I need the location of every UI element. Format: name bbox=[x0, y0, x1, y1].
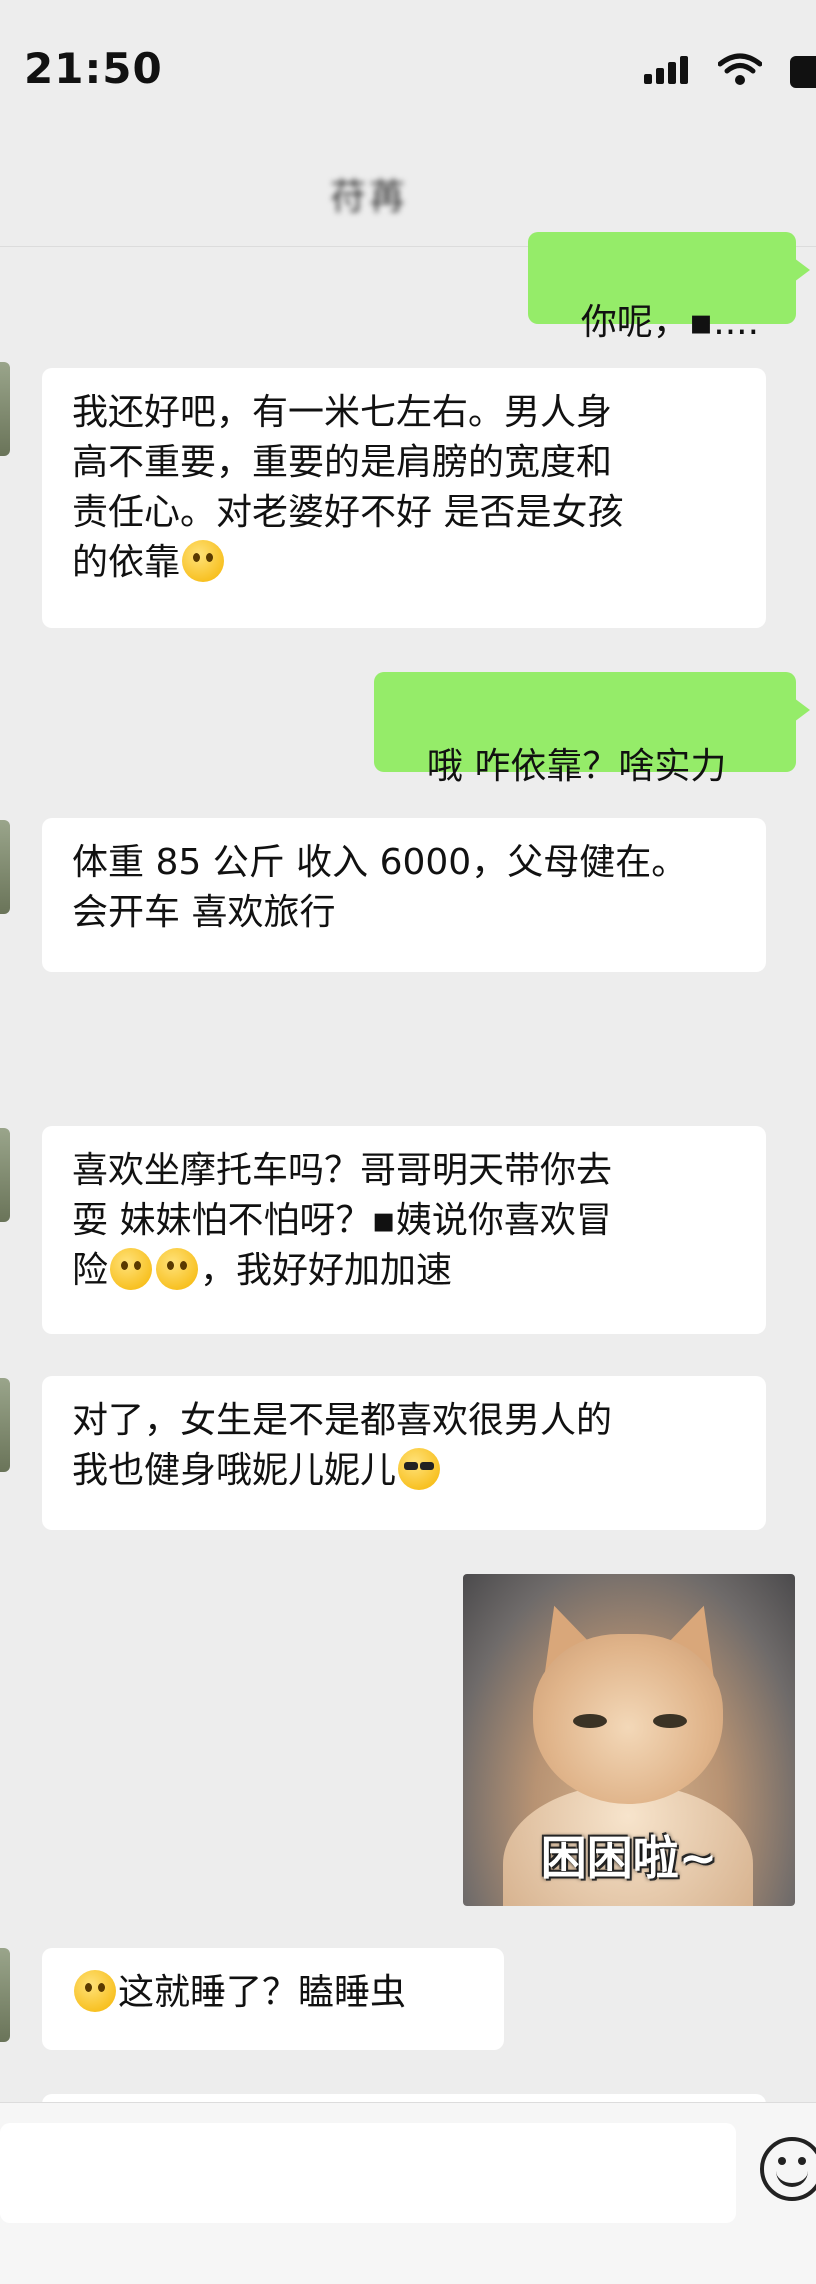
message-text: 我还好吧，有一米七左右。男人身 高不重要，重要的是肩膀的宽度和 责任心。对老婆好… bbox=[72, 392, 624, 583]
message-text: 你呢，▪.... bbox=[580, 302, 760, 343]
message-text: 这就睡了？瞌睡虫 bbox=[118, 1972, 407, 2013]
message-bubble-incoming[interactable]: 我还好吧，有一米七左右。男人身 高不重要，重要的是肩膀的宽度和 责任心。对老婆好… bbox=[42, 368, 766, 628]
message-bubble-incoming[interactable]: 这就睡了？瞌睡虫 bbox=[42, 1948, 504, 2050]
wifi-icon bbox=[717, 52, 763, 92]
pleading-face-icon bbox=[110, 1248, 153, 1290]
avatar[interactable] bbox=[0, 362, 10, 456]
message-bubble-incoming[interactable]: 体重 85 公斤 收入 6000，父母健在。 会开车 喜欢旅行 bbox=[42, 818, 766, 972]
cat-eye bbox=[653, 1714, 687, 1728]
message-input[interactable] bbox=[0, 2123, 736, 2223]
cat-head bbox=[533, 1634, 723, 1804]
cool-face-icon bbox=[398, 1448, 441, 1490]
avatar[interactable] bbox=[0, 1948, 10, 2042]
flushed-face-icon bbox=[156, 1248, 199, 1290]
input-bar bbox=[0, 2102, 816, 2284]
message-bubble-incoming[interactable]: 喜欢坐摩托车吗？哥哥明天带你去 耍 妹妹怕不怕呀？▪姨说你喜欢冒 险，我好好加加… bbox=[42, 1126, 766, 1334]
message-text: 体重 85 公斤 收入 6000，父母健在。 会开车 喜欢旅行 bbox=[72, 842, 688, 933]
emoji-icon[interactable] bbox=[760, 2137, 816, 2201]
cat-eye bbox=[573, 1714, 607, 1728]
smile-curve bbox=[776, 2167, 808, 2187]
message-bubble-outgoing[interactable]: 你呢，▪.... bbox=[528, 232, 810, 343]
avatar[interactable] bbox=[0, 1128, 10, 1222]
message-bubble-incoming[interactable]: 对了，女生是不是都喜欢很男人的 我也健身哦妮儿妮儿 bbox=[42, 1376, 766, 1530]
signal-icon bbox=[644, 56, 692, 84]
message-text: 哦 咋依靠？啥实力 bbox=[426, 746, 727, 787]
status-time: 21:50 bbox=[24, 44, 163, 93]
battery-icon bbox=[790, 56, 816, 88]
pleading-face-icon bbox=[74, 1970, 116, 2012]
avatar[interactable] bbox=[0, 1378, 10, 1472]
thinking-face-icon bbox=[182, 540, 225, 582]
avatar[interactable] bbox=[0, 820, 10, 914]
sticker-image[interactable]: 困困啦~ bbox=[463, 1574, 795, 1906]
message-bubble-outgoing[interactable]: 哦 咋依靠？啥实力 bbox=[374, 672, 810, 787]
message-text: 对了，女生是不是都喜欢很男人的 我也健身哦妮儿妮儿 bbox=[72, 1400, 613, 1491]
sticker-caption: 困困啦~ bbox=[540, 1831, 718, 1885]
status-bar: 21:50 bbox=[0, 0, 816, 150]
contact-name[interactable]: 苻苒 bbox=[330, 168, 408, 220]
message-text: ，我好好加加速 bbox=[200, 1250, 453, 1291]
